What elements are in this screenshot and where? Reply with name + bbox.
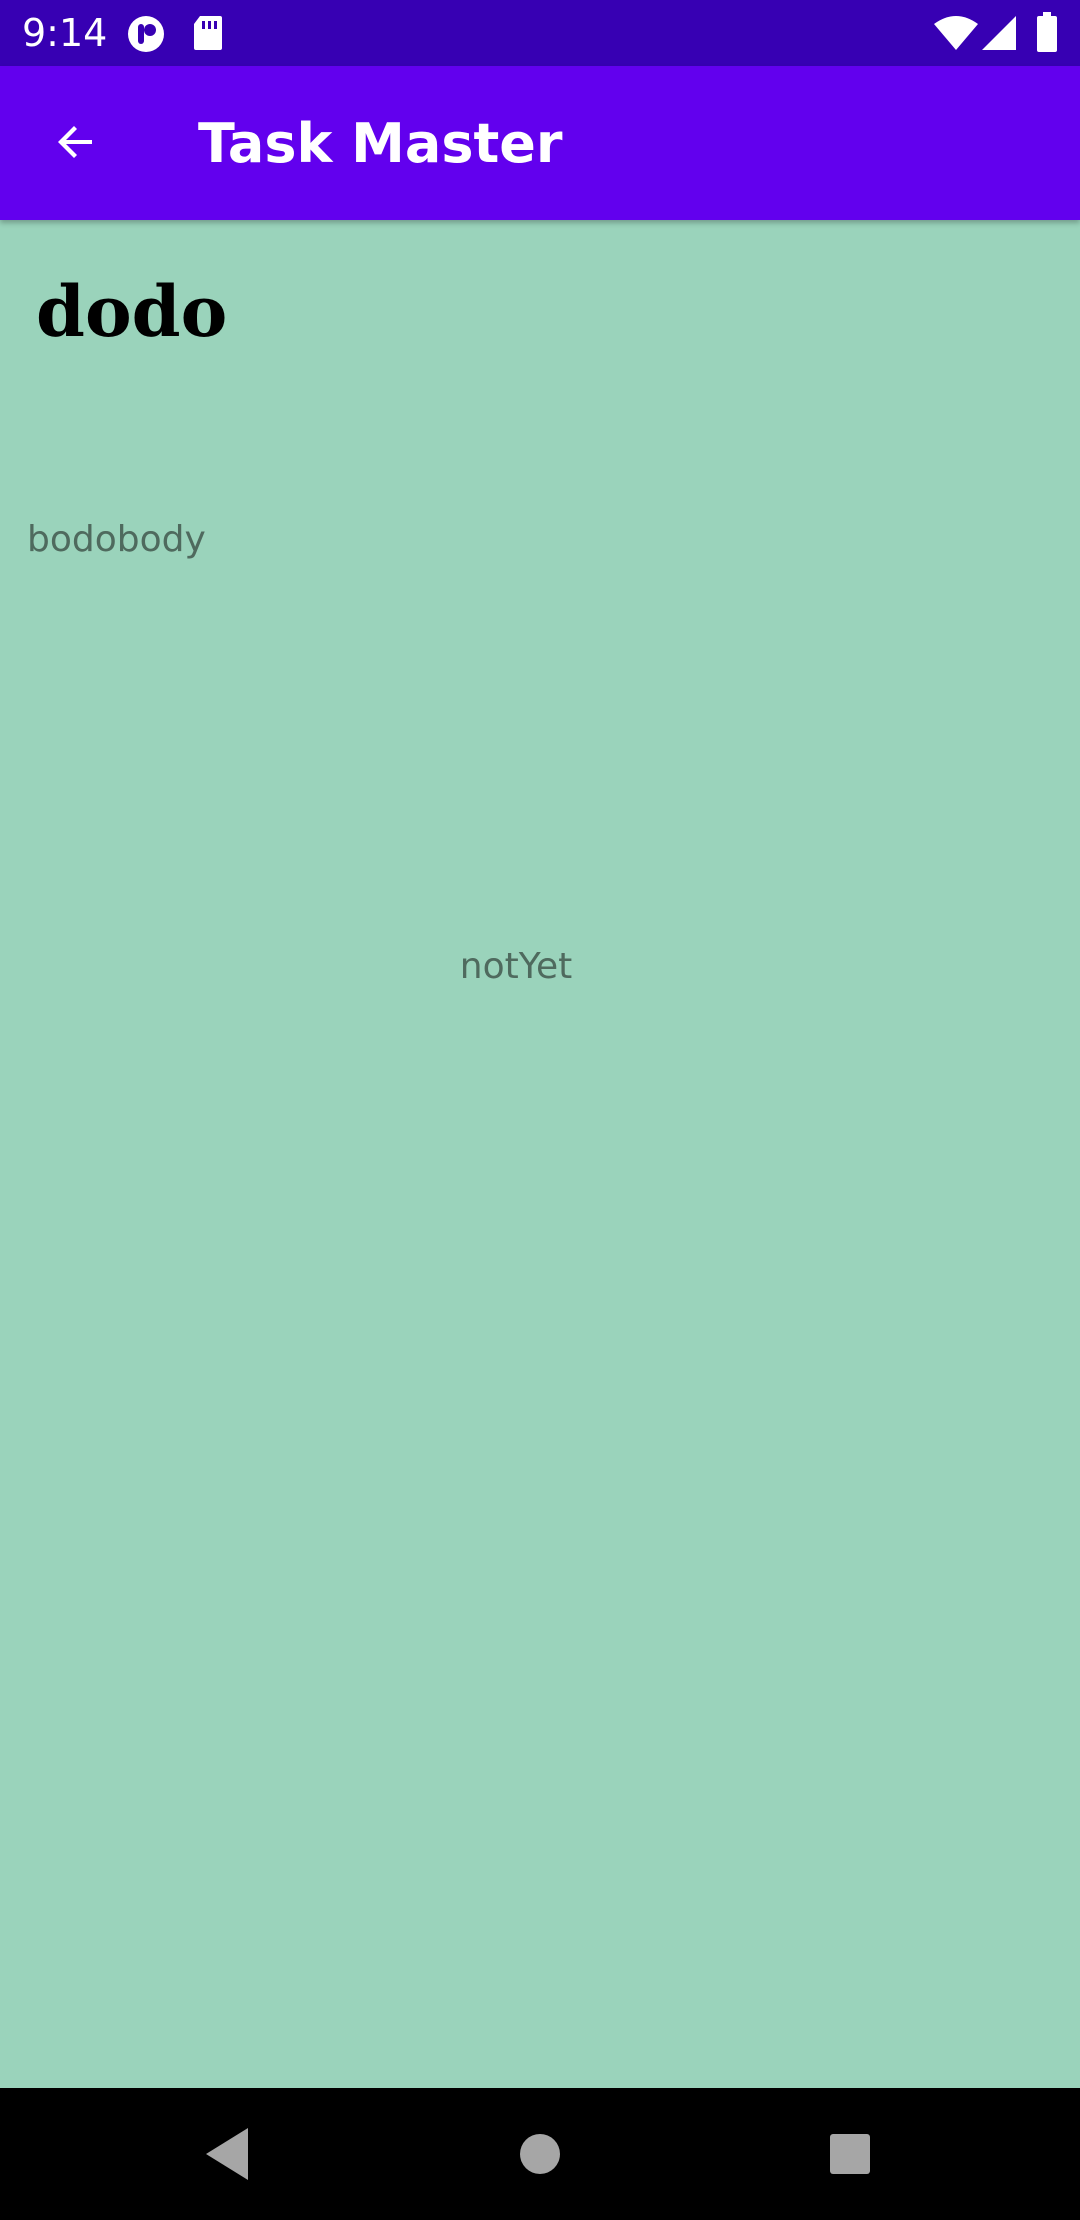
home-circle-icon	[510, 2134, 570, 2188]
notification-app-icon	[126, 14, 166, 59]
task-title: dodo	[36, 270, 228, 353]
app-bar: Task Master	[0, 66, 1080, 220]
battery-icon	[1036, 12, 1058, 57]
app-title: Task Master	[198, 112, 563, 175]
task-body: bodobody	[27, 519, 206, 560]
wifi-icon	[934, 16, 978, 55]
nav-back-button[interactable]	[196, 2124, 256, 2184]
status-bar: 9:14	[0, 0, 1080, 66]
navigation-bar	[0, 2088, 1080, 2220]
back-button[interactable]	[34, 102, 118, 186]
recents-square-icon	[820, 2134, 880, 2188]
nav-recents-button[interactable]	[820, 2124, 880, 2184]
status-time: 9:14	[22, 11, 108, 55]
task-state: notYet	[459, 946, 573, 987]
sd-card-icon	[192, 14, 224, 57]
task-detail: dodo bodobody notYet	[0, 220, 1080, 2088]
nav-home-button[interactable]	[510, 2124, 570, 2184]
back-triangle-icon	[196, 2128, 256, 2188]
arrow-back-icon	[52, 118, 100, 171]
signal-icon	[982, 16, 1016, 55]
